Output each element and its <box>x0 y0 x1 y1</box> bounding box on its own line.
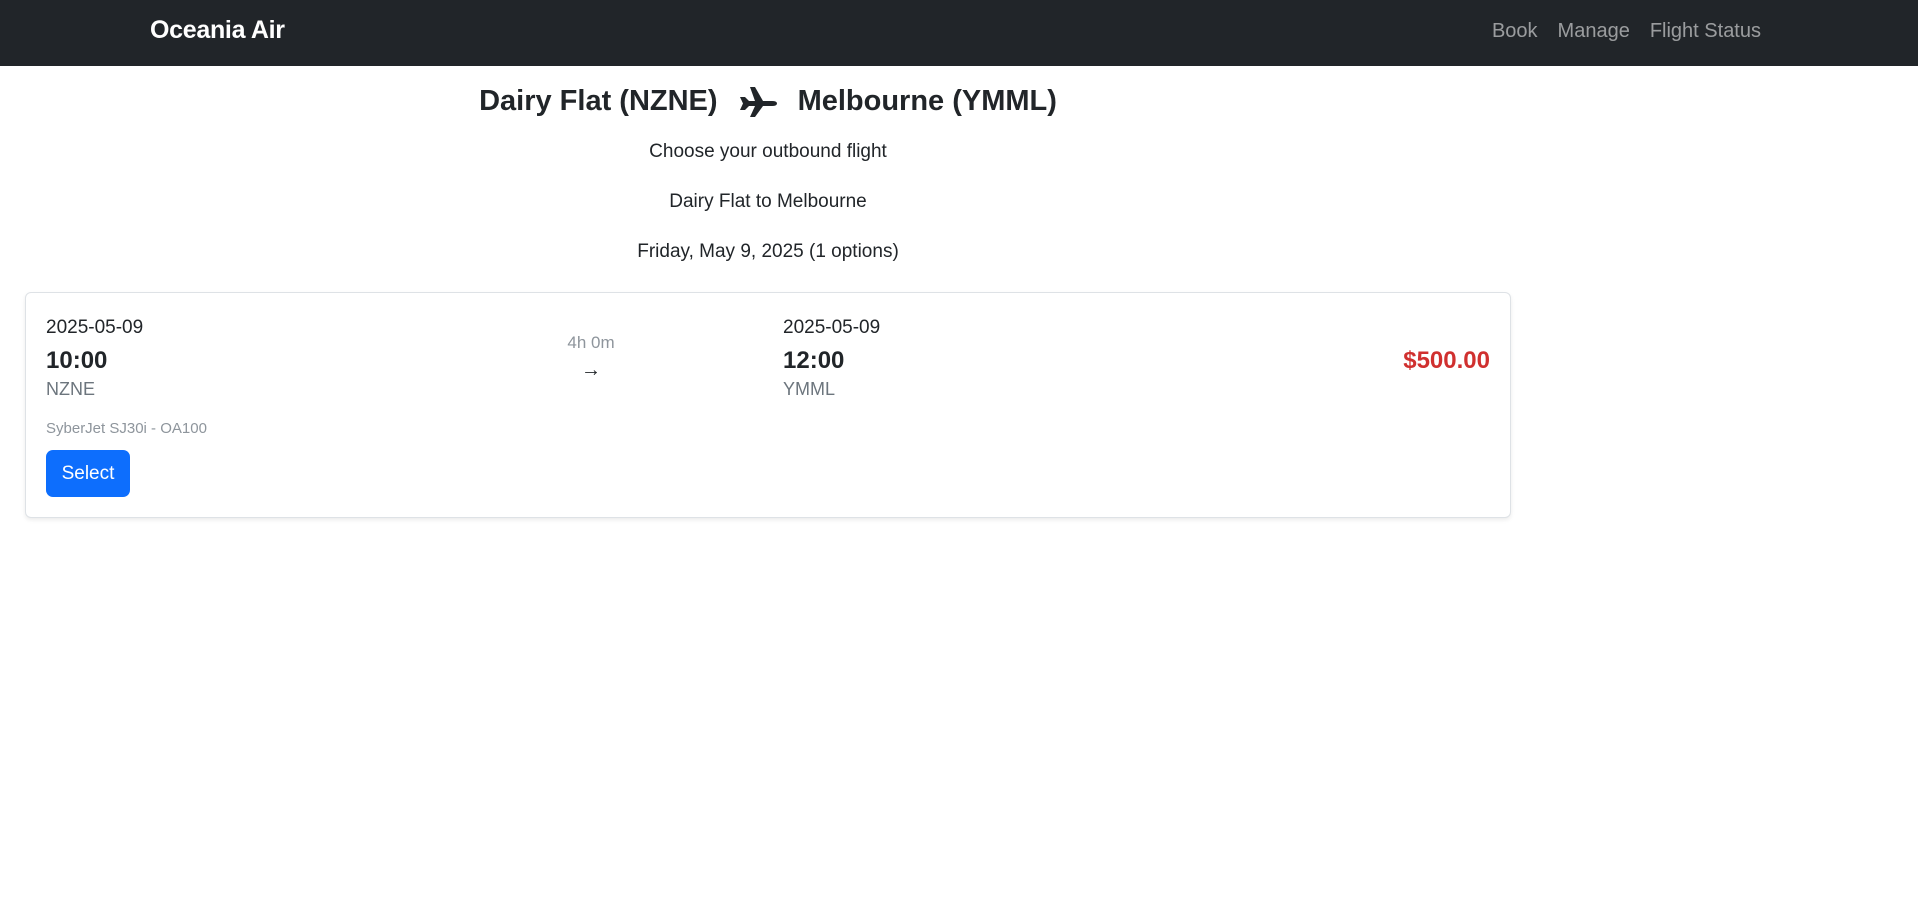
arrow-right-icon: → <box>581 359 601 381</box>
brand-logo-link[interactable]: Oceania Air <box>150 16 285 45</box>
airplane-icon <box>738 84 778 118</box>
departure-date: 2025-05-09 <box>46 317 144 338</box>
nav-link-flight-status[interactable]: Flight Status <box>1650 20 1761 43</box>
departure-airport-code: NZNE <box>46 379 95 399</box>
arrival-date: 2025-05-09 <box>783 317 881 338</box>
route-destination: Melbourne (YMML) <box>797 84 1057 117</box>
route-origin: Dairy Flat (NZNE) <box>479 84 718 117</box>
select-flight-button[interactable]: Select <box>46 450 130 497</box>
aircraft-info: SyberJet SJ30i - OA100 <box>46 420 207 437</box>
nav-link-book[interactable]: Book <box>1492 20 1538 43</box>
route-header: Dairy Flat (NZNE) Melbourne (YMML) <box>0 84 1536 118</box>
date-summary: Friday, May 9, 2025 (1 options) <box>637 241 899 262</box>
flight-price: $500.00 <box>1403 347 1490 374</box>
departure-block: 2025-05-09 10:00 NZNE <box>46 317 143 400</box>
duration-block: 4h 0m → <box>546 333 636 382</box>
arrival-airport-code: YMML <box>783 379 836 399</box>
top-navbar: Oceania Air Book Manage Flight Status <box>0 0 1918 66</box>
nav-links: Book Manage Flight Status <box>1492 20 1761 43</box>
nav-link-manage[interactable]: Manage <box>1558 20 1630 43</box>
departure-time: 10:00 <box>46 347 108 374</box>
page-subtitle: Choose your outbound flight <box>649 141 887 162</box>
route-summary: Dairy Flat to Melbourne <box>669 191 867 212</box>
arrival-time: 12:00 <box>783 347 845 374</box>
arrival-block: 2025-05-09 12:00 YMML <box>783 317 880 400</box>
flight-duration: 4h 0m <box>567 333 615 352</box>
flight-card: 2025-05-09 10:00 NZNE 4h 0m → 2025-05-09… <box>25 292 1511 518</box>
